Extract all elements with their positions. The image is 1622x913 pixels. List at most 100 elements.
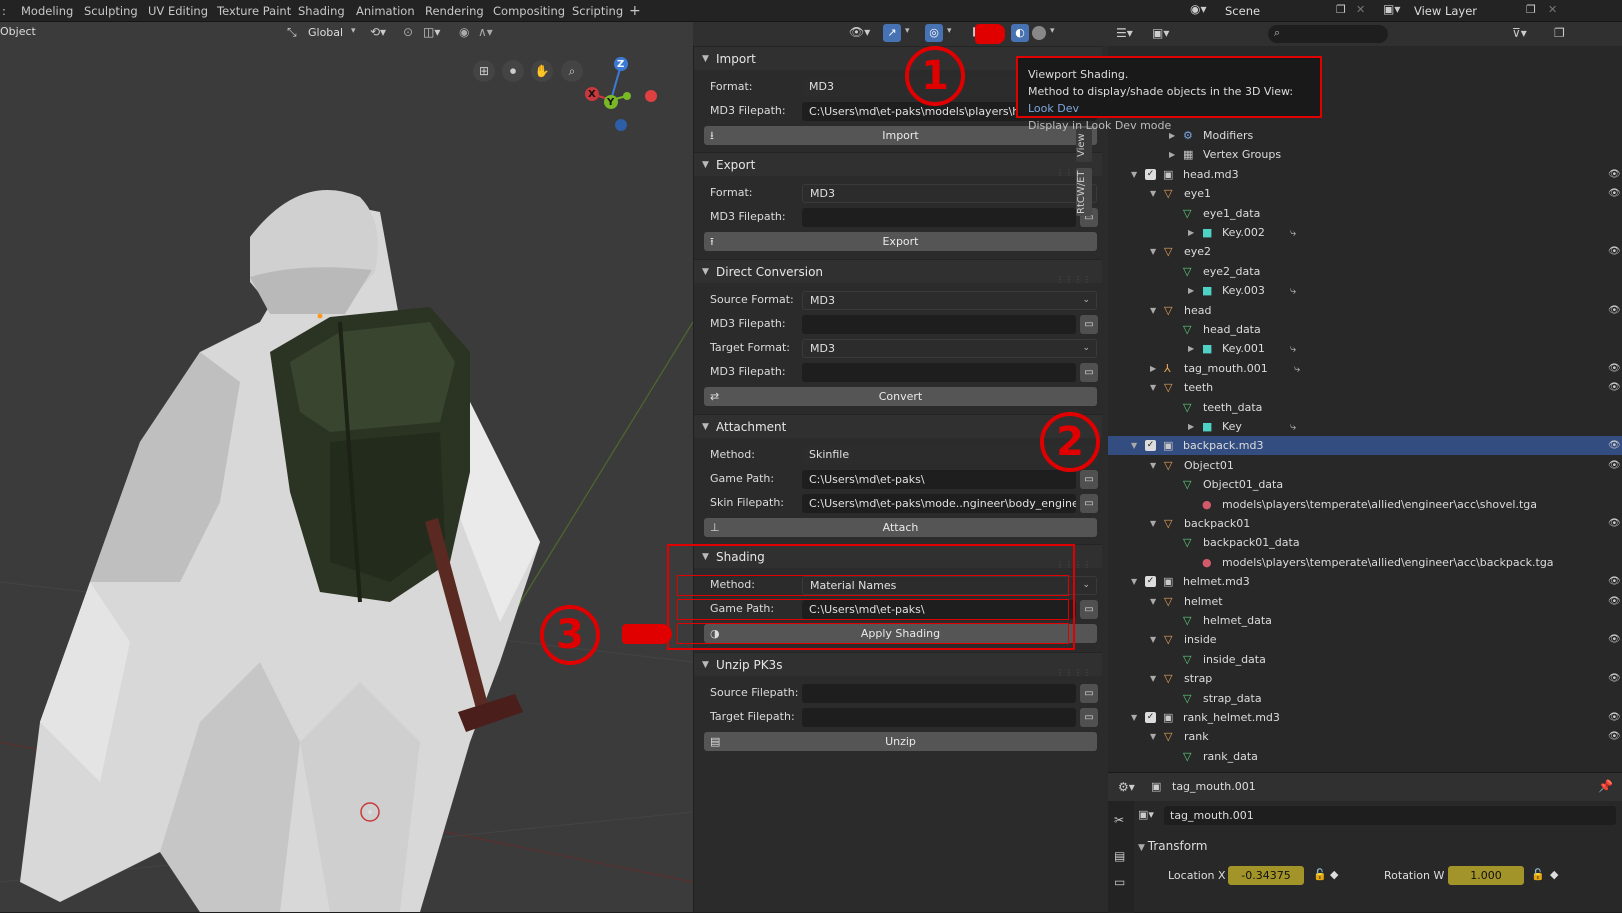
tab-sculpting[interactable]: Sculpting — [77, 2, 145, 21]
export-filepath-field[interactable] — [802, 208, 1076, 227]
tab-texture-paint[interactable]: Texture Paint — [210, 2, 298, 21]
outliner-row[interactable]: ▼ ▽ helmet 👁 — [1108, 592, 1622, 611]
lookdev-shading-icon[interactable]: ◐ — [1011, 24, 1029, 42]
eye-icon[interactable]: 👁 — [1608, 514, 1621, 533]
view-layer-icon[interactable]: ▣▾ — [1383, 2, 1400, 16]
outliner-row[interactable]: ▽ eye2_data — [1108, 262, 1622, 281]
display-mode-icon[interactable]: ☰▾ — [1116, 26, 1133, 40]
eye-icon[interactable]: 👁 — [1608, 242, 1621, 261]
orientation-chevron-icon[interactable]: ▾ — [351, 26, 356, 36]
outliner-row[interactable]: ▼ ▽ rank 👁 — [1108, 727, 1622, 746]
expand-toggle-icon[interactable]: ▼ — [1150, 456, 1156, 475]
expand-toggle-icon[interactable]: ▼ — [1131, 436, 1137, 455]
outliner-row[interactable]: ▽ teeth_data — [1108, 398, 1622, 417]
source-format-select[interactable]: MD3 ⌄ — [802, 291, 1097, 310]
tab-rtcwet[interactable]: RtCW/ET — [1076, 168, 1092, 216]
new-scene-icon[interactable]: ❐ — [1336, 3, 1346, 16]
tab-scripting[interactable]: Scripting — [565, 2, 630, 21]
visibility-icon[interactable]: 👁▾ — [849, 25, 870, 39]
outliner-row[interactable]: ▶ ■ Key.003 ⤷ — [1108, 281, 1622, 300]
keyframe-icon[interactable]: ◆ — [1550, 868, 1558, 881]
tab-compositing[interactable]: Compositing — [486, 2, 572, 21]
pan-hand-icon[interactable]: ✋ — [531, 60, 553, 82]
new-view-layer-icon[interactable]: ❐ — [1526, 3, 1536, 16]
convert-button[interactable]: ⇄ Convert — [704, 387, 1097, 406]
transform-orientation-select[interactable]: Global — [308, 26, 343, 39]
tool-tab-icon[interactable]: ✂ — [1114, 813, 1124, 827]
expand-toggle-icon[interactable]: ▼ — [1150, 669, 1156, 688]
snap-icon[interactable]: ⊙ — [403, 25, 413, 39]
folder-icon[interactable]: ▭ — [1080, 708, 1098, 727]
new-collection-icon[interactable]: ❐ — [1554, 26, 1565, 40]
expand-toggle-icon[interactable]: ▼ — [1150, 727, 1156, 746]
datablock-name-field[interactable]: tag_mouth.001 — [1164, 806, 1616, 825]
camera-icon[interactable]: ⏺ — [502, 60, 524, 82]
expand-toggle-icon[interactable]: ▼ — [1150, 378, 1156, 397]
folder-icon[interactable]: ▭ — [1080, 684, 1098, 703]
expand-toggle-icon[interactable]: ▼ — [1150, 242, 1156, 261]
direct-fp1-field[interactable] — [802, 315, 1076, 334]
folder-icon[interactable]: ▭ — [1080, 470, 1098, 489]
tab-shading[interactable]: Shading — [291, 2, 352, 21]
folder-icon[interactable]: ▭ — [1080, 494, 1098, 513]
overlays-chevron-icon[interactable]: ▾ — [947, 26, 952, 36]
outliner-row[interactable]: ▼ ▽ eye1 👁 — [1108, 184, 1622, 203]
collection-checkbox[interactable]: ✓ — [1145, 168, 1156, 180]
skin-filepath-field[interactable]: C:\Users\md\et-paks\mode..ngineer\body_e… — [802, 494, 1076, 513]
transform-section-header[interactable]: ▼ Transform — [1138, 839, 1208, 853]
keyframe-icon[interactable]: ◆ — [1330, 868, 1338, 881]
expand-toggle-icon[interactable]: ▶ — [1188, 417, 1194, 436]
eye-icon[interactable]: 👁 — [1608, 184, 1621, 203]
outliner-row[interactable]: ▽ backpack01_data — [1108, 533, 1622, 552]
eye-icon[interactable]: 👁 — [1608, 301, 1621, 320]
tab-modeling[interactable]: Modeling — [14, 2, 80, 21]
add-workspace-button[interactable]: + — [622, 2, 648, 21]
outliner-search-input[interactable]: ⌕ — [1268, 25, 1388, 43]
pivot-icon[interactable]: ⟲▾ — [370, 25, 386, 39]
tab-animation[interactable]: Animation — [349, 2, 422, 21]
outliner-row[interactable]: ▼ ✓ ▣ rank_helmet.md3 👁 — [1108, 708, 1622, 727]
outliner-row[interactable]: ▽ inside_data — [1108, 650, 1622, 669]
rotation-w-field[interactable]: 1.000 — [1448, 866, 1524, 885]
expand-toggle-icon[interactable]: ▶ — [1169, 145, 1175, 164]
scene-icon[interactable]: ◉▾ — [1190, 2, 1220, 20]
outliner-row[interactable]: ▼ ▽ head 👁 — [1108, 301, 1622, 320]
transform-orientation-icon[interactable]: ⤡ — [287, 25, 297, 40]
filter-view-icon[interactable]: ▣▾ — [1152, 26, 1169, 40]
grid-icon[interactable]: ⊞ — [473, 60, 495, 82]
editor-type-icon[interactable]: ⚙▾ — [1118, 780, 1135, 794]
eye-icon[interactable]: 👁 — [1608, 359, 1621, 378]
falloff-icon[interactable]: ∧▾ — [478, 25, 493, 39]
gizmo-toggle-icon[interactable]: ↗ — [883, 24, 901, 42]
expand-toggle-icon[interactable]: ▼ — [1131, 165, 1137, 184]
unzip-panel-header[interactable]: ▼ Unzip PK3s ⋮⋮⋮⋮ — [694, 652, 1102, 677]
outliner-row[interactable]: ● models\players\temperate\allied\enginee… — [1108, 553, 1622, 572]
location-x-field[interactable]: -0.34375 — [1228, 866, 1304, 885]
delete-scene-icon[interactable]: ✕ — [1356, 3, 1365, 16]
datablock-icon[interactable]: ▣▾ — [1138, 808, 1158, 821]
expand-toggle-icon[interactable]: ▶ — [1188, 223, 1194, 242]
outliner-row[interactable]: ▽ head_data — [1108, 320, 1622, 339]
output-tab-icon[interactable]: ▭ — [1114, 875, 1125, 889]
collection-checkbox[interactable]: ✓ — [1145, 440, 1156, 452]
snap-target-icon[interactable]: ◫▾ — [423, 25, 440, 39]
eye-icon[interactable]: 👁 — [1608, 456, 1621, 475]
gizmo-chevron-icon[interactable]: ▾ — [905, 26, 910, 36]
view-layer-name[interactable]: View Layer — [1414, 4, 1477, 18]
export-panel-header[interactable]: ▼ Export ⋮⋮⋮⋮ — [694, 152, 1102, 177]
eye-icon[interactable]: 👁 — [1608, 630, 1621, 649]
eye-icon[interactable]: 👁 — [1608, 378, 1621, 397]
direct-conversion-panel-header[interactable]: ▼ Direct Conversion ⋮⋮⋮⋮ — [694, 259, 1102, 284]
tab-uv-editing[interactable]: UV Editing — [141, 2, 215, 21]
outliner-row[interactable]: ▶ ■ Key.002 ⤷ — [1108, 223, 1622, 242]
outliner-row[interactable]: ▼ ✓ ▣ backpack.md3 👁 — [1108, 436, 1622, 456]
outliner-row[interactable]: ▽ rank_data — [1108, 747, 1622, 766]
eye-icon[interactable]: 👁 — [1608, 165, 1621, 184]
outliner-row[interactable]: ● models\players\temperate\allied\enginee… — [1108, 495, 1622, 514]
outliner-row[interactable]: ▼ ▽ teeth 👁 — [1108, 378, 1622, 397]
filter-icon[interactable]: ⊽▾ — [1512, 26, 1527, 40]
outliner-row[interactable]: ▽ strap_data — [1108, 689, 1622, 708]
target-format-select[interactable]: MD3 ⌄ — [802, 339, 1097, 358]
outliner-row[interactable]: ▶ ▦ Vertex Groups — [1108, 145, 1622, 164]
expand-toggle-icon[interactable]: ▼ — [1150, 301, 1156, 320]
